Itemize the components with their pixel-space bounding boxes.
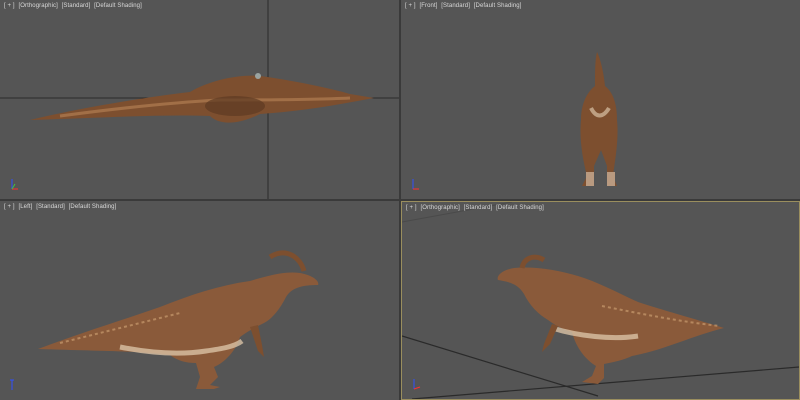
axis-gizmo-icon [11,179,18,190]
grid-line [411,366,799,399]
viewport-top[interactable]: [ + ] [Orthographic] [Standard] [Default… [0,0,399,199]
grid-line [402,335,599,397]
viewport-perspective-scene [402,202,799,399]
viewport-front-label[interactable]: [ + ] [Front] [Standard] [Default Shadin… [405,3,521,9]
viewport-view-name[interactable]: [Left] [18,204,32,210]
axis-gizmo-icon [412,179,419,190]
viewport-shading[interactable]: [Default Shading] [474,3,522,9]
dinosaur-model-left[interactable] [38,250,319,389]
viewport-top-scene [0,0,399,199]
viewport-menu-button[interactable]: [ + ] [4,3,15,9]
viewport-front[interactable]: [ + ] [Front] [Standard] [Default Shadin… [401,0,800,199]
viewport-shading[interactable]: [Default Shading] [94,3,142,9]
viewport-menu-button[interactable]: [ + ] [4,204,15,210]
viewport-view-name[interactable]: [Orthographic] [18,3,57,9]
viewport-perspective[interactable]: [ + ] [Orthographic] [Standard] [Default… [401,201,800,400]
viewport-shading[interactable]: [Default Shading] [496,205,544,211]
axis-gizmo-icon [413,379,421,390]
viewport-shading-mode[interactable]: [Standard] [464,205,493,211]
viewport-shading-mode[interactable]: [Standard] [441,3,470,9]
viewport-shading-mode[interactable]: [Standard] [62,3,91,9]
viewport-top-label[interactable]: [ + ] [Orthographic] [Standard] [Default… [4,3,142,9]
dinosaur-model-perspective[interactable] [497,254,724,384]
viewport-left-scene [38,250,319,389]
axis-gizmo-icon [10,379,14,390]
viewport-menu-button[interactable]: [ + ] [406,205,417,211]
viewport-left[interactable]: [ + ] [Left] [Standard] [Default Shading… [0,201,399,400]
viewport-shading[interactable]: [Default Shading] [69,204,117,210]
viewport-front-scene [580,52,618,186]
viewport-grid: [ + ] [Orthographic] [Standard] [Default… [0,0,800,400]
viewport-menu-button[interactable]: [ + ] [405,3,416,9]
viewport-left-label[interactable]: [ + ] [Left] [Standard] [Default Shading… [4,204,116,210]
viewport-view-name[interactable]: [Orthographic] [420,205,459,211]
viewport-perspective-label[interactable]: [ + ] [Orthographic] [Standard] [Default… [406,205,544,211]
dinosaur-model-front[interactable] [580,52,618,186]
viewport-shading-mode[interactable]: [Standard] [36,204,65,210]
viewport-view-name[interactable]: [Front] [419,3,437,9]
